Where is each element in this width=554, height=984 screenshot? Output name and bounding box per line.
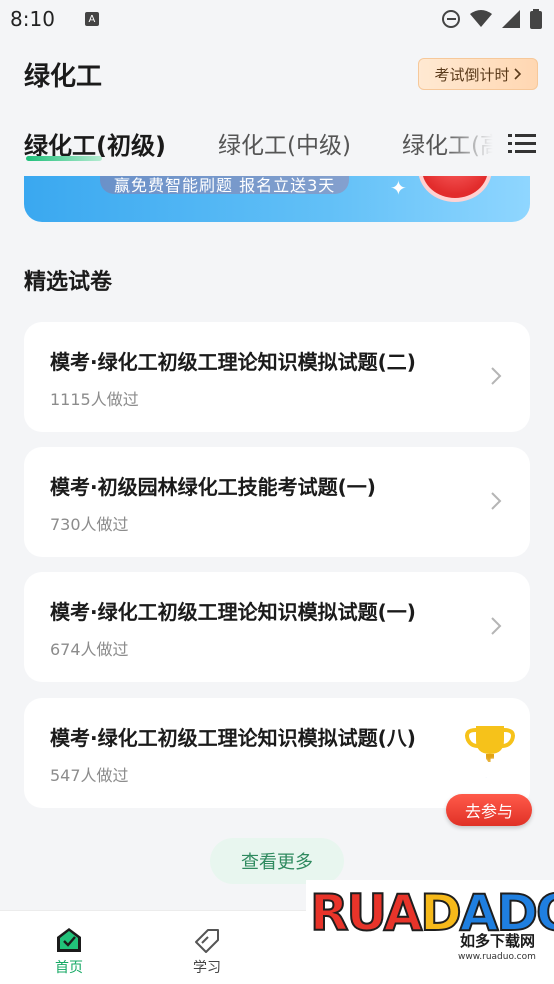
level-tabs: 绿化工(初级) 绿化工(中级) 绿化工(高 (0, 120, 554, 172)
nav-item-study[interactable]: 学习 (177, 925, 237, 977)
paper-count: 730人做过 (50, 515, 129, 534)
chevron-right-icon (491, 492, 502, 510)
paper-title: 模考·绿化工初级工理论知识模拟试题(一) (50, 600, 416, 624)
sparkle-icon: ✦ (390, 176, 407, 200)
signal-icon (502, 10, 520, 28)
wifi-icon (470, 10, 492, 27)
site-watermark: RUADADO 如多下载网 www.ruaduo.com (306, 880, 554, 984)
paper-title: 模考·绿化工初级工理论知识模拟试题(二) (50, 350, 416, 374)
page-title: 绿化工 (24, 62, 103, 92)
notification-icon: A (84, 12, 99, 26)
join-challenge-button[interactable]: 去参与 (446, 794, 532, 826)
chevron-right-icon (491, 367, 502, 385)
menu-list-icon[interactable] (508, 132, 536, 156)
do-not-disturb-icon (442, 10, 460, 28)
banner-text: 赢免费智能刷题 报名立送3天 (100, 176, 350, 195)
banner-decoration (418, 176, 492, 202)
nav-item-home[interactable]: 首页 (39, 925, 99, 977)
active-tab-indicator (26, 156, 102, 161)
watermark-subtitle: 如多下载网 (460, 932, 536, 950)
home-icon (57, 928, 81, 952)
watermark-url: www.ruaduo.com (458, 952, 536, 962)
status-bar: 8:10 A (0, 0, 554, 38)
paper-title: 模考·绿化工初级工理论知识模拟试题(八) (50, 726, 416, 750)
nav-label: 学习 (193, 960, 221, 976)
countdown-label: 考试倒计时 (434, 65, 510, 84)
challenge-title: 挑战赛 (443, 758, 514, 784)
tab-intermediate[interactable]: 绿化工(中级) (218, 126, 351, 160)
app-header: 绿化工 考试倒计时 (0, 40, 554, 112)
status-time: 8:10 (10, 7, 55, 31)
challenge-float[interactable]: 挑战赛 去参与 (440, 724, 540, 830)
paper-card[interactable]: 模考·绿化工初级工理论知识模拟试题(一) 674人做过 (24, 572, 530, 682)
paper-card[interactable]: 模考·初级园林绿化工技能考试题(一) 730人做过 (24, 447, 530, 557)
paper-count: 1115人做过 (50, 390, 139, 409)
promo-banner[interactable]: 赢免费智能刷题 报名立送3天 ✦ (24, 176, 530, 222)
chevron-right-icon (513, 68, 521, 80)
paper-card[interactable]: 模考·绿化工初级工理论知识模拟试题(二) 1115人做过 (24, 322, 530, 432)
section-title: 精选试卷 (24, 270, 113, 295)
nav-label: 首页 (55, 960, 83, 976)
paper-count: 547人做过 (50, 766, 129, 785)
study-tag-icon (195, 929, 219, 953)
exam-countdown-button[interactable]: 考试倒计时 (418, 58, 538, 90)
battery-icon (530, 9, 542, 29)
view-more-button[interactable]: 查看更多 (210, 838, 344, 884)
paper-count: 674人做过 (50, 640, 129, 659)
paper-title: 模考·初级园林绿化工技能考试题(一) (50, 475, 376, 499)
chevron-right-icon (491, 617, 502, 635)
